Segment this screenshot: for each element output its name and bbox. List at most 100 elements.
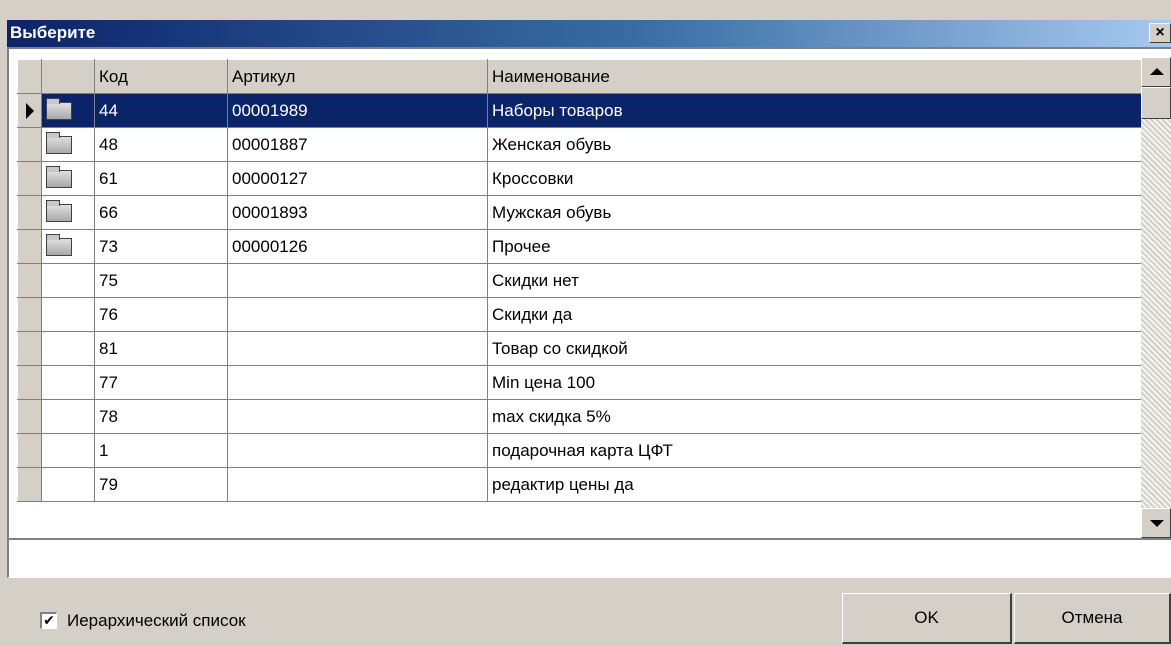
table-row[interactable]: 66 00001893 Мужская обувь xyxy=(17,195,1147,230)
row-icon-cell[interactable] xyxy=(41,399,95,434)
current-row-pointer-icon xyxy=(26,103,34,119)
cell-kod[interactable]: 75 xyxy=(94,263,228,298)
cell-kod[interactable]: 76 xyxy=(94,297,228,332)
table-row[interactable]: 77 Min цена 100 xyxy=(17,365,1147,400)
dialog-titlebar: Выберите × xyxy=(7,20,1171,47)
scroll-down-button[interactable] xyxy=(1141,508,1171,538)
folder-icon xyxy=(46,234,72,256)
items-grid[interactable]: Код Артикул Наименование 44 00001989 Набор… xyxy=(7,47,1171,538)
cell-kod[interactable]: 78 xyxy=(94,399,228,434)
cell-name[interactable]: Min цена 100 xyxy=(487,365,1147,400)
row-icon-cell[interactable] xyxy=(41,93,95,128)
cell-name[interactable]: Скидки да xyxy=(487,297,1147,332)
row-indicator[interactable] xyxy=(17,467,42,502)
items-table: Код Артикул Наименование 44 00001989 Набор… xyxy=(17,59,1147,502)
ok-button[interactable]: OK xyxy=(842,593,1012,644)
cell-artikul[interactable] xyxy=(227,263,488,298)
cell-name[interactable]: Прочее xyxy=(487,229,1147,264)
row-indicator[interactable] xyxy=(17,93,42,128)
close-button[interactable]: × xyxy=(1149,23,1171,43)
row-icon-cell[interactable] xyxy=(41,263,95,298)
cell-name[interactable]: Товар со скидкой xyxy=(487,331,1147,366)
row-indicator[interactable] xyxy=(17,331,42,366)
cell-kod[interactable]: 66 xyxy=(94,195,228,230)
row-icon-cell[interactable] xyxy=(41,331,95,366)
arrow-up-icon xyxy=(1150,68,1164,75)
row-indicator[interactable] xyxy=(17,263,42,298)
cell-kod[interactable]: 1 xyxy=(94,433,228,468)
cell-name[interactable]: подарочная карта ЦФТ xyxy=(487,433,1147,468)
cell-artikul[interactable] xyxy=(227,433,488,468)
cell-name[interactable]: max скидка 5% xyxy=(487,399,1147,434)
table-row[interactable]: 75 Скидки нет xyxy=(17,263,1147,298)
dialog-title: Выберите xyxy=(10,23,96,42)
row-indicator[interactable] xyxy=(17,229,42,264)
row-indicator[interactable] xyxy=(17,365,42,400)
cell-artikul[interactable] xyxy=(227,467,488,502)
row-icon-cell[interactable] xyxy=(41,229,95,264)
cell-artikul[interactable]: 00000126 xyxy=(227,229,488,264)
cell-name[interactable]: Скидки нет xyxy=(487,263,1147,298)
folder-icon xyxy=(46,200,72,222)
cell-name[interactable]: Женская обувь xyxy=(487,127,1147,162)
row-indicator[interactable] xyxy=(17,297,42,332)
cell-name[interactable]: Наборы товаров xyxy=(487,93,1147,128)
cell-artikul[interactable] xyxy=(227,297,488,332)
column-header-artikul[interactable]: Артикул xyxy=(227,59,488,94)
close-icon: × xyxy=(1155,24,1165,41)
cell-kod[interactable]: 77 xyxy=(94,365,228,400)
cell-artikul[interactable]: 00001989 xyxy=(227,93,488,128)
row-icon-cell[interactable] xyxy=(41,161,95,196)
hierarchical-list-checkbox[interactable]: ✔ xyxy=(40,612,57,629)
hierarchical-list-label[interactable]: Иерархический список xyxy=(67,611,246,631)
table-header-row: Код Артикул Наименование xyxy=(17,59,1147,94)
cell-kod[interactable]: 73 xyxy=(94,229,228,264)
row-indicator[interactable] xyxy=(17,433,42,468)
cell-name[interactable]: Мужская обувь xyxy=(487,195,1147,230)
table-row[interactable]: 78 max скидка 5% xyxy=(17,399,1147,434)
row-icon-cell[interactable] xyxy=(41,433,95,468)
cancel-button[interactable]: Отмена xyxy=(1014,593,1171,644)
folder-icon xyxy=(46,132,72,154)
table-row[interactable]: 73 00000126 Прочее xyxy=(17,229,1147,264)
cell-artikul[interactable] xyxy=(227,399,488,434)
cell-kod[interactable]: 44 xyxy=(94,93,228,128)
table-row[interactable]: 61 00000127 Кроссовки xyxy=(17,161,1147,196)
scroll-thumb[interactable] xyxy=(1141,87,1171,119)
cell-artikul[interactable]: 00001893 xyxy=(227,195,488,230)
cell-kod[interactable]: 81 xyxy=(94,331,228,366)
row-icon-cell[interactable] xyxy=(41,467,95,502)
arrow-down-icon xyxy=(1150,520,1164,527)
row-indicator[interactable] xyxy=(17,127,42,162)
cell-name[interactable]: редактир цены да xyxy=(487,467,1147,502)
column-header-kod[interactable]: Код xyxy=(94,59,228,94)
row-icon-cell[interactable] xyxy=(41,365,95,400)
column-header-name[interactable]: Наименование xyxy=(487,59,1147,94)
cell-artikul[interactable] xyxy=(227,365,488,400)
row-icon-cell[interactable] xyxy=(41,127,95,162)
vertical-scrollbar[interactable] xyxy=(1141,57,1171,538)
cell-kod[interactable]: 79 xyxy=(94,467,228,502)
row-indicator[interactable] xyxy=(17,195,42,230)
row-icon-cell[interactable] xyxy=(41,297,95,332)
table-row[interactable]: 79 редактир цены да xyxy=(17,467,1147,502)
row-indicator[interactable] xyxy=(17,161,42,196)
row-indicator[interactable] xyxy=(17,399,42,434)
folder-icon xyxy=(46,166,72,188)
row-icon-cell[interactable] xyxy=(41,195,95,230)
table-row[interactable]: 1 подарочная карта ЦФТ xyxy=(17,433,1147,468)
cell-name[interactable]: Кроссовки xyxy=(487,161,1147,196)
cell-kod[interactable]: 48 xyxy=(94,127,228,162)
table-row[interactable]: 44 00001989 Наборы товаров xyxy=(17,93,1147,128)
table-body: 44 00001989 Наборы товаров 48 00001887 Женска… xyxy=(17,93,1147,502)
cell-artikul[interactable]: 00000127 xyxy=(227,161,488,196)
table-row[interactable]: 81 Товар со скидкой xyxy=(17,331,1147,366)
scroll-up-button[interactable] xyxy=(1141,57,1171,87)
folder-icon xyxy=(46,98,72,120)
cell-artikul[interactable] xyxy=(227,331,488,366)
table-row[interactable]: 48 00001887 Женская обувь xyxy=(17,127,1147,162)
cell-artikul[interactable]: 00001887 xyxy=(227,127,488,162)
table-row[interactable]: 76 Скидки да xyxy=(17,297,1147,332)
cell-kod[interactable]: 61 xyxy=(94,161,228,196)
column-header-icon[interactable] xyxy=(41,59,95,94)
